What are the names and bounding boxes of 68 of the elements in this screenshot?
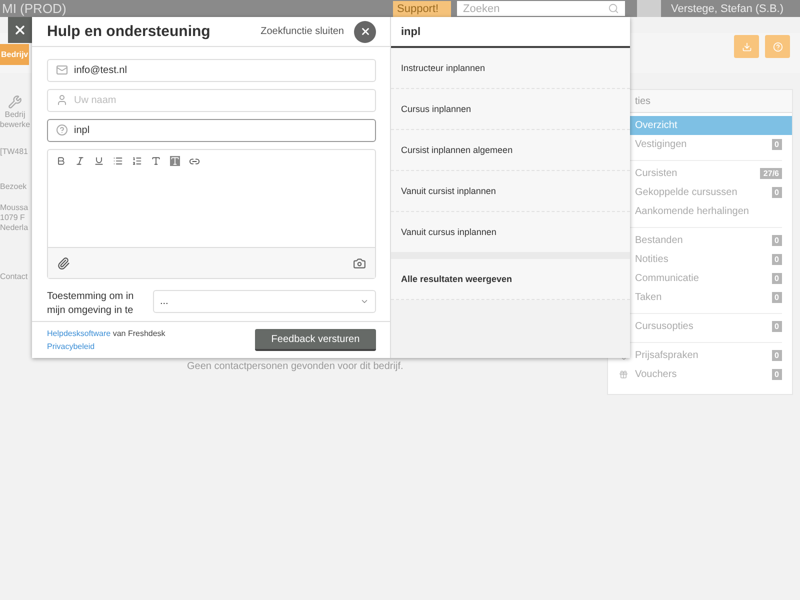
edit-company-label[interactable]: bewerke (0, 120, 30, 129)
submit-button[interactable]: Feedback versturen (255, 329, 376, 351)
user-icon (56, 94, 68, 106)
helpdesk-link[interactable]: Helpdesksoftware (47, 329, 111, 338)
count-badge: 0 (772, 292, 782, 303)
address-line: Moussa (0, 203, 30, 212)
text-color-icon[interactable] (151, 156, 161, 166)
gift-icon (619, 370, 628, 379)
search-field[interactable]: Zoeken (457, 1, 625, 16)
panel-title: ties (635, 96, 651, 106)
numbered-list-icon[interactable] (132, 156, 142, 166)
help-icon (56, 124, 68, 136)
highlight-icon[interactable] (170, 156, 180, 166)
close-button[interactable] (354, 20, 376, 42)
close-icon (360, 26, 370, 37)
close-icon (13, 23, 27, 37)
bold-icon[interactable] (56, 156, 66, 166)
search-result[interactable]: Cursist inplannen algemeen (391, 130, 630, 171)
search-icon (608, 3, 619, 14)
list-icon[interactable] (113, 156, 123, 166)
input-field[interactable]: info@test.nl (47, 59, 376, 82)
page-title: MI (PROD) (1, 0, 68, 17)
caret-icon (360, 297, 369, 306)
panel-item[interactable]: Vouchers 0 (608, 365, 782, 384)
count-badge: 0 (772, 254, 782, 265)
link-icon[interactable] (189, 156, 200, 167)
italic-icon[interactable] (75, 156, 85, 166)
footer-credit: Helpdesksoftware van Freshdesk (47, 329, 166, 338)
company-tab[interactable]: Bedrijv (0, 44, 30, 65)
address-line: 1079 F (0, 213, 26, 222)
count-badge: 0 (772, 350, 782, 361)
panel-item[interactable]: Cursusopties 0 (608, 317, 782, 336)
user-menu[interactable]: Verstege, Stefan (S.B.) (671, 2, 784, 14)
attach-icon[interactable] (57, 256, 70, 270)
close-button[interactable] (8, 17, 32, 43)
mail-icon (56, 64, 68, 76)
count-badge: 0 (772, 321, 782, 332)
section-heading: Bezoek (0, 182, 28, 191)
empty-message: Geen contactpersonen gevonden voor dit bedrijf. (187, 361, 404, 372)
search-result[interactable]: Instructeur inplannen (391, 48, 630, 89)
help-icon (772, 42, 782, 52)
all-results-link[interactable]: Alle resultaten weergeven (391, 259, 630, 300)
support-button[interactable]: Support! (393, 0, 451, 16)
privacy-link[interactable]: Privacybeleid (47, 342, 166, 351)
close-search-link[interactable]: Zoekfunctie sluiten (260, 26, 344, 37)
company-code: [TW481 (0, 147, 30, 156)
search-query[interactable]: inpl (391, 17, 630, 48)
consent-select[interactable]: ... (153, 290, 376, 313)
input-field[interactable]: Uw naam (47, 89, 376, 112)
count-badge: 0 (772, 139, 782, 150)
wrench-icon (8, 95, 22, 109)
input-field[interactable]: inpl (47, 119, 376, 142)
count-badge: 0 (772, 235, 782, 246)
consent-label: Toestemming om in mijn omgeving in te (47, 290, 135, 318)
count-badge: 0 (772, 273, 782, 284)
search-result[interactable]: Vanuit cursus inplannen (391, 212, 630, 259)
count-badge: 27/6 (760, 168, 782, 179)
camera-icon[interactable] (353, 256, 366, 270)
download-icon (742, 42, 752, 52)
contacts-tab[interactable]: Contact (0, 272, 30, 281)
address-line: Nederla (0, 223, 30, 232)
count-badge: 0 (772, 187, 782, 198)
count-badge: 0 (772, 369, 782, 380)
dialog-title: Hulp en ondersteuning (47, 23, 212, 40)
search-result[interactable]: Cursus inplannen (391, 89, 630, 130)
underline-icon[interactable] (94, 156, 104, 166)
edit-company-label[interactable]: Bedrij (4, 110, 26, 119)
search-result[interactable]: Vanuit cursist inplannen (391, 171, 630, 212)
